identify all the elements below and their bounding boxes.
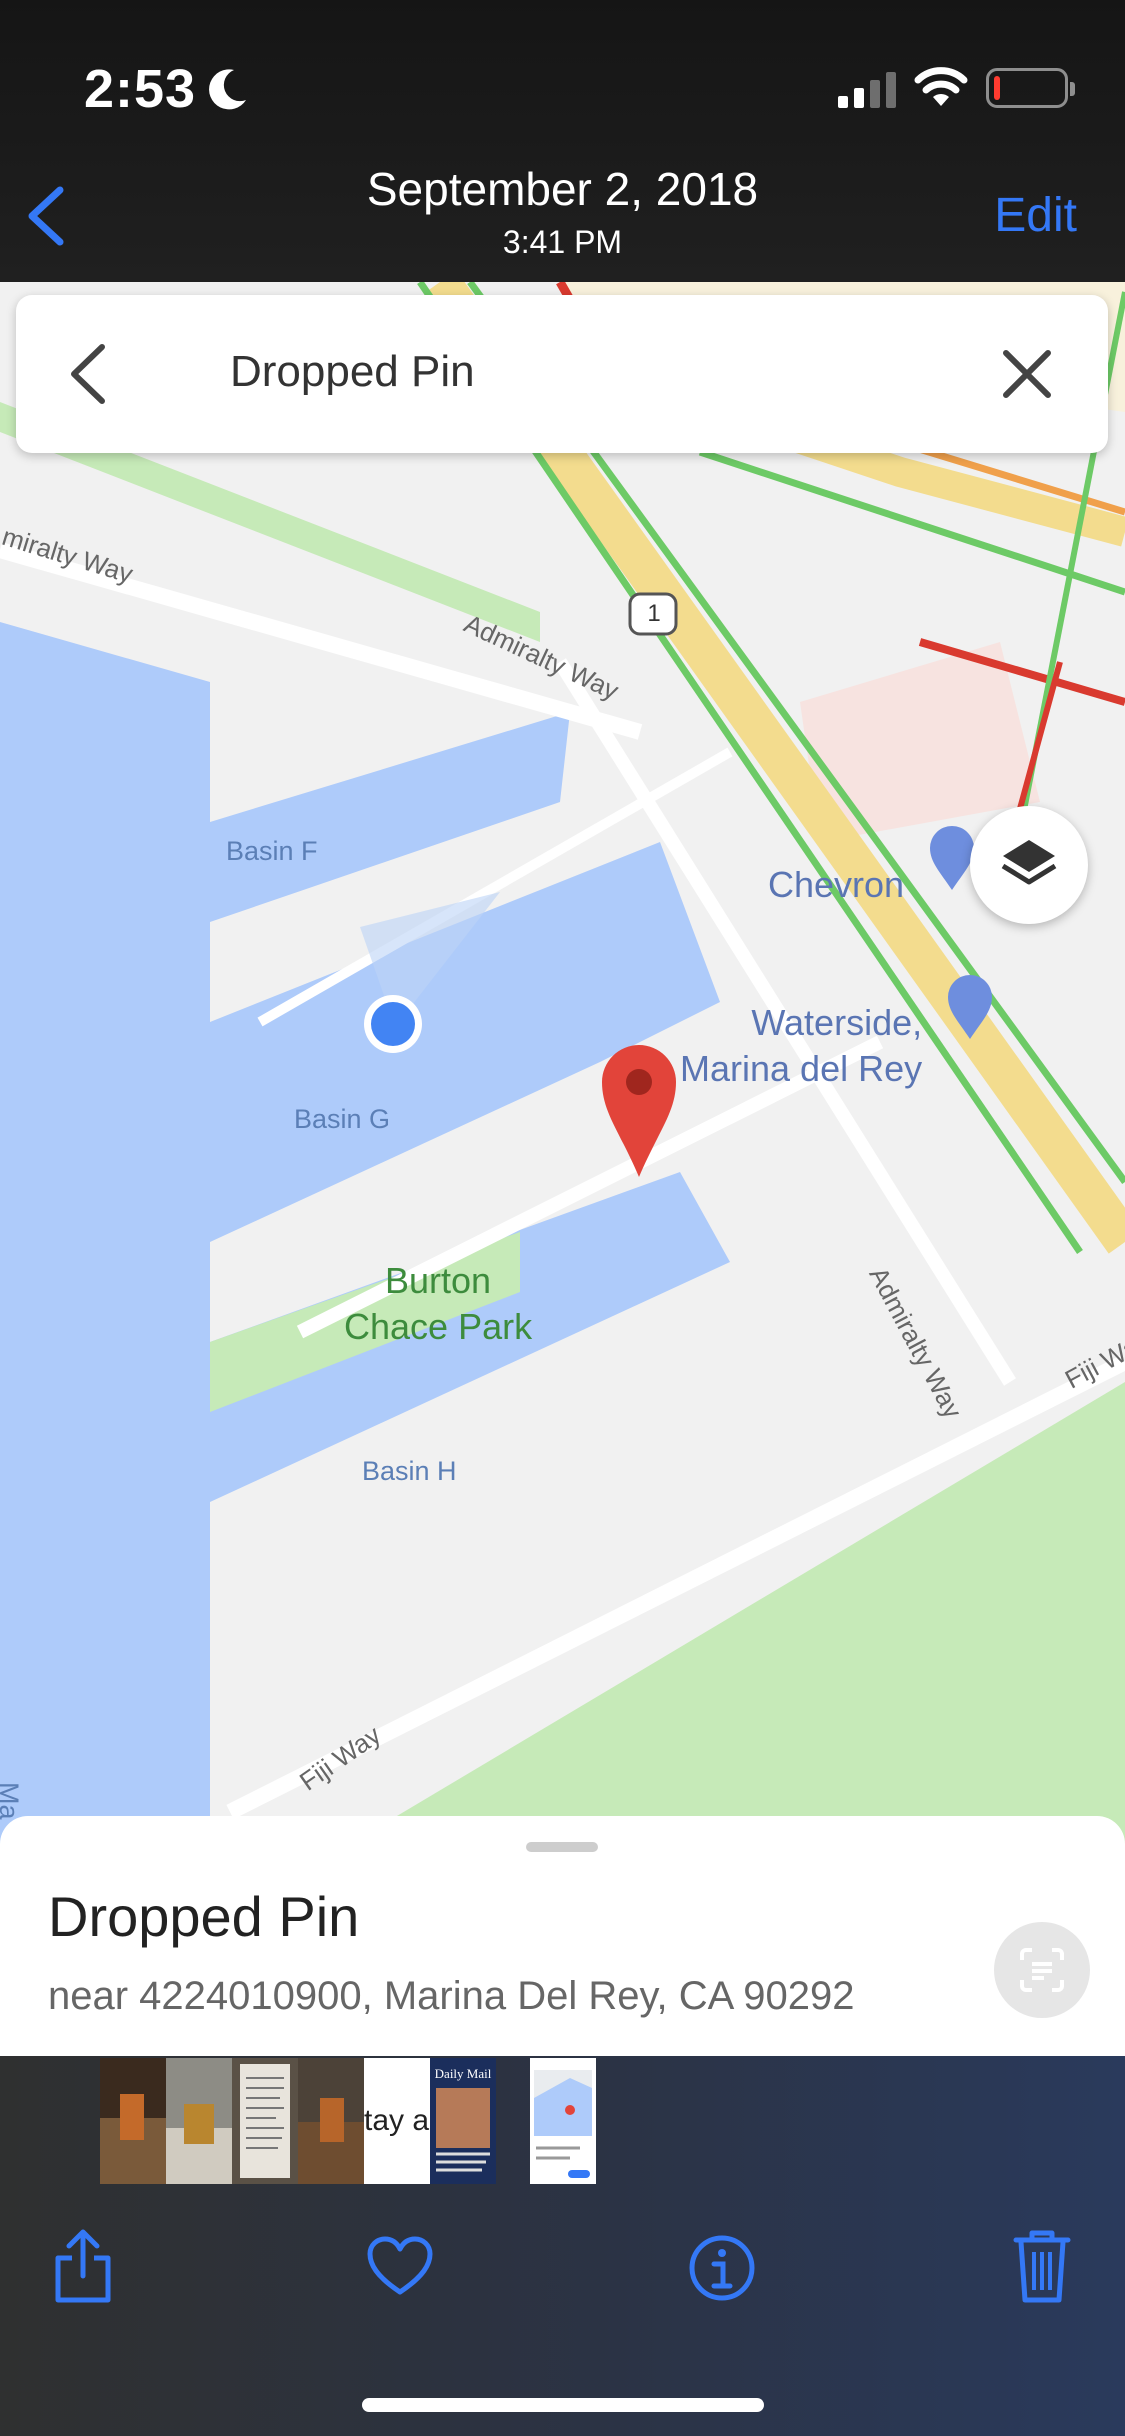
- home-indicator[interactable]: [362, 2398, 764, 2412]
- filmstrip-thumbnail[interactable]: Daily Mail: [430, 2058, 496, 2184]
- map-view[interactable]: miralty Way Admiralty Way Admiralty Way …: [0, 282, 1125, 1844]
- sheet-drag-handle[interactable]: [526, 1842, 598, 1852]
- live-text-button[interactable]: [994, 1922, 1090, 2018]
- photo-time: 3:41 PM: [502, 224, 623, 260]
- route-shield-label: 1: [647, 600, 661, 627]
- status-time: 2:53: [84, 59, 197, 119]
- info-icon[interactable]: [688, 2234, 756, 2302]
- filmstrip-thumbnail[interactable]: [166, 2058, 232, 2184]
- water-label: Basin G: [294, 1104, 391, 1134]
- battery-icon: [986, 68, 1075, 108]
- trash-icon[interactable]: [1012, 2228, 1072, 2304]
- do-not-disturb-icon: [209, 69, 246, 110]
- thumbnail-text: tay a: [364, 2104, 430, 2137]
- place-sheet[interactable]: Dropped Pin near 4224010900, Marina Del …: [0, 1816, 1125, 2056]
- photo-filmstrip[interactable]: tay a Daily Mail: [100, 2058, 596, 2184]
- filmstrip-thumbnail[interactable]: [298, 2058, 364, 2184]
- search-query[interactable]: Dropped Pin: [230, 347, 475, 397]
- layers-icon: [1001, 840, 1057, 885]
- filmstrip-thumbnail[interactable]: [232, 2058, 298, 2184]
- cellular-signal-icon: [838, 72, 896, 108]
- filmstrip-thumbnail[interactable]: [100, 2058, 166, 2184]
- text-scan-icon: [1020, 1948, 1064, 1992]
- filmstrip-thumbnail-current[interactable]: [530, 2058, 596, 2184]
- thumbnail-image: [436, 2088, 490, 2172]
- place-address: near 4224010900, Marina Del Rey, CA 9029…: [48, 1974, 855, 2018]
- map-canvas[interactable]: [0, 282, 1125, 1844]
- close-icon[interactable]: [1000, 347, 1054, 401]
- photo-header: 2:53 September 2, 2018 3:41 PM Edit: [0, 0, 1125, 282]
- poi-label-chevron[interactable]: Chevron: [768, 862, 904, 908]
- share-icon[interactable]: [52, 2228, 114, 2304]
- map-layers-button[interactable]: [970, 806, 1088, 924]
- edit-button[interactable]: Edit: [994, 188, 1077, 243]
- back-chevron-icon[interactable]: [68, 343, 108, 405]
- water-label: Basin F: [226, 836, 318, 866]
- place-title: Dropped Pin: [48, 1885, 360, 1948]
- filmstrip-thumbnail[interactable]: tay a: [364, 2058, 430, 2184]
- poi-label-waterside[interactable]: Waterside, Marina del Rey: [680, 1000, 922, 1092]
- heart-icon[interactable]: [366, 2236, 434, 2296]
- park-label[interactable]: Burton Chace Park: [344, 1258, 532, 1350]
- wifi-icon: [914, 67, 968, 106]
- water-label: Ma: [0, 1782, 24, 1820]
- photo-date: September 2, 2018: [366, 163, 759, 215]
- map-search-card[interactable]: Dropped Pin: [16, 295, 1108, 453]
- water-label: Basin H: [362, 1456, 457, 1486]
